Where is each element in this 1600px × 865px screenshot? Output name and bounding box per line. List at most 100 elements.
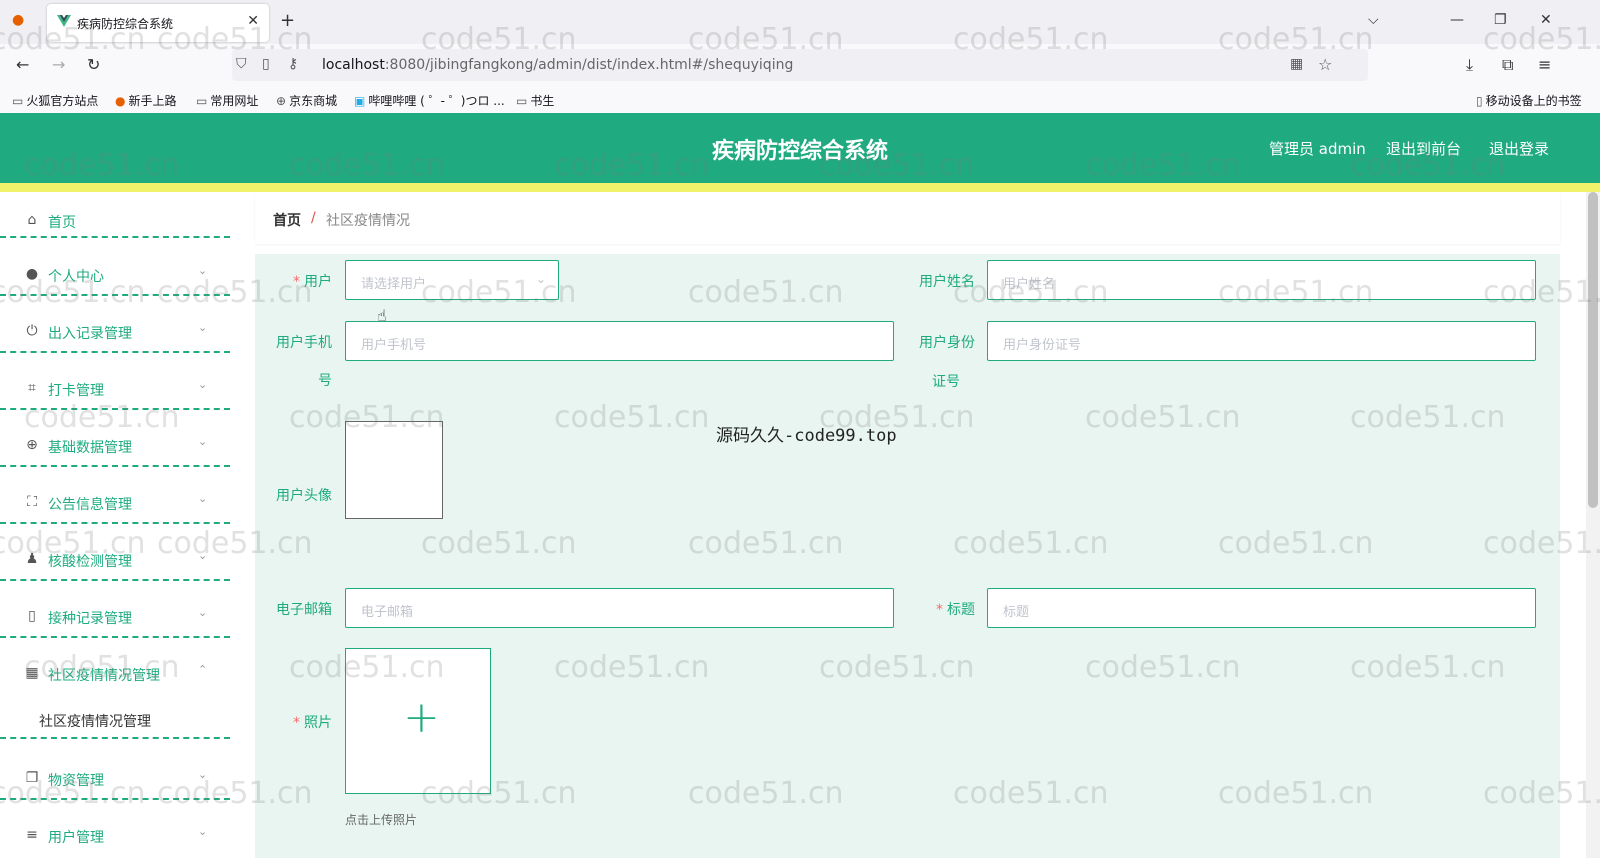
chevron-down-icon: ⌄ — [198, 378, 208, 391]
breadcrumb: 首页 / 社区疫情情况 — [255, 192, 1560, 244]
forward-icon[interactable]: → — [52, 55, 65, 74]
chevron-down-icon: ⌄ — [198, 825, 208, 838]
title-label: * 标题 — [936, 602, 975, 618]
user-idcard-placeholder: 用户身份证号 — [1003, 338, 1082, 353]
power-icon: ⏻ — [26, 323, 38, 339]
tab-close-icon[interactable]: ✕ — [247, 13, 259, 29]
browser-nav-bar: ← → ↻ ⛉ ▯ ⚷ localhost:8080/jibingfangkon… — [0, 44, 1600, 86]
new-tab-icon[interactable]: + — [280, 10, 295, 31]
sidebar-divider — [0, 579, 230, 581]
sidebar-item-label: 核酸检测管理 — [48, 554, 132, 570]
bilibili-icon: ▣ — [354, 94, 366, 108]
user-avatar-label: 用户头像 — [276, 488, 332, 504]
menu-icon: ≡ — [26, 827, 38, 843]
sidebar-item-label: 出入记录管理 — [48, 326, 132, 342]
folder-icon: ▭ — [12, 94, 24, 108]
chevron-down-icon: ⌄ — [535, 272, 546, 286]
title-input[interactable]: 标题 — [987, 588, 1536, 628]
mobile-icon: ▯ — [1476, 94, 1483, 108]
download-icon[interactable]: ⤓ — [1466, 55, 1473, 75]
sidebar-item-community-epidemic[interactable]: ▦ 社区疫情情况管理 ⌃ — [0, 645, 232, 703]
scrollbar-thumb[interactable] — [1588, 192, 1598, 508]
page-scrollbar[interactable] — [1586, 192, 1600, 858]
sidebar-divider — [0, 351, 230, 353]
exit-to-front-link[interactable]: 退出到前台 — [1386, 138, 1461, 159]
email-label: 电子邮箱 — [276, 602, 332, 618]
sidebar-divider — [0, 636, 230, 638]
browser-tab[interactable]: 疾病防控综合系统 ✕ — [47, 4, 269, 42]
photo-upload-button[interactable]: + — [345, 648, 491, 794]
main-content: 首页 / 社区疫情情况 * 用户 请选择用户 ⌄ 用户姓名 用户姓名 用户手机 号… — [255, 192, 1560, 858]
email-placeholder: 电子邮箱 — [361, 605, 414, 620]
user-phone-input[interactable]: 用户手机号 — [345, 321, 894, 361]
header-accent-bar — [0, 183, 1600, 192]
sidebar-item-label: 社区疫情情况管理 — [48, 668, 160, 684]
plus-icon: + — [403, 692, 440, 743]
qr-code-icon[interactable]: ▦ — [1290, 56, 1303, 72]
user-idcard-input[interactable]: 用户身份证号 — [987, 321, 1536, 361]
globe-icon: ⊕ — [276, 94, 287, 108]
tab-list-icon[interactable]: ⌵ — [1368, 12, 1379, 28]
sidebar-divider — [0, 737, 230, 739]
sidebar-divider — [0, 465, 230, 467]
key-icon: ⚷ — [288, 56, 299, 72]
bookmark-item[interactable]: ● 新手上路 — [115, 92, 177, 109]
user-phone-placeholder: 用户手机号 — [361, 338, 427, 353]
firefox-icon: ● — [12, 12, 25, 28]
restore-icon[interactable]: ❐ — [1494, 12, 1507, 28]
sidebar-divider — [0, 294, 230, 296]
chevron-down-icon: ⌄ — [198, 321, 208, 334]
user-select[interactable]: 请选择用户 ⌄ — [345, 260, 559, 300]
reload-icon[interactable]: ↻ — [87, 55, 100, 74]
grid-icon: ▦ — [25, 665, 39, 681]
home-icon: ⌂ — [27, 212, 37, 228]
email-input[interactable]: 电子邮箱 — [345, 588, 894, 628]
bookmark-star-icon[interactable]: ☆ — [1318, 55, 1332, 74]
chevron-down-icon: ⌄ — [198, 492, 208, 505]
user-name-input[interactable]: 用户姓名 — [987, 260, 1536, 300]
mobile-bookmarks[interactable]: ▯ 移动设备上的书签 — [1476, 92, 1582, 109]
page-icon: ▯ — [262, 56, 270, 72]
user-idcard-label: 用户身份 — [919, 335, 975, 351]
app-menu-icon[interactable]: ≡ — [1538, 55, 1551, 74]
chevron-down-icon: ⌄ — [198, 435, 208, 448]
edit-form: * 用户 请选择用户 ⌄ 用户姓名 用户姓名 用户手机 号 用户手机号 用户身份 … — [255, 254, 1560, 858]
minimize-icon[interactable]: — — [1450, 12, 1464, 28]
bookmark-folder[interactable]: ▭ 火狐官方站点 — [12, 92, 98, 109]
sidebar-item-label: 基础数据管理 — [48, 440, 132, 456]
url-text: localhost:8080/jibingfangkong/admin/dist… — [322, 57, 794, 73]
breadcrumb-current: 社区疫情情况 — [326, 213, 410, 229]
admin-user-label: 管理员 admin — [1269, 140, 1366, 158]
copy-icon: ❐ — [25, 770, 39, 786]
sidebar-divider — [0, 798, 230, 800]
app-header: 疾病防控综合系统 管理员 admin 退出到前台 退出登录 — [0, 113, 1600, 183]
tab-title: 疾病防控综合系统 — [77, 17, 174, 31]
photo-label: * 照片 — [293, 715, 332, 731]
url-bar[interactable]: ⛉ ▯ ⚷ localhost:8080/jibingfangkong/admi… — [232, 49, 1368, 81]
folder-icon: ▭ — [196, 94, 208, 108]
sidebar: ⌂ 首页 ● 个人中心 ⌄ ⏻ 出入记录管理 ⌄ ⌗ 打卡管理 ⌄ ⊕ 基础数据… — [0, 192, 232, 858]
bookmark-folder[interactable]: ▭ 常用网址 — [196, 92, 258, 109]
breadcrumb-home[interactable]: 首页 — [273, 210, 301, 230]
logout-link[interactable]: 退出登录 — [1489, 138, 1549, 159]
hand-cursor-icon: ☝ — [377, 306, 387, 325]
extensions-icon[interactable]: ⧉ — [1502, 55, 1513, 75]
browser-tab-bar: ● 疾病防控综合系统 ✕ + ⌵ — ❐ ✕ — [0, 0, 1600, 44]
center-watermark-text: 源码久久-code99.top — [716, 426, 897, 446]
sidebar-subitem-community-epidemic[interactable]: 社区疫情情况管理 — [39, 711, 151, 731]
sidebar-item-label: 物资管理 — [48, 773, 104, 789]
user-avatar-image — [345, 421, 443, 519]
bookmark-folder[interactable]: ▭ 书生 — [516, 92, 554, 109]
sidebar-item-users[interactable]: ≡ 用户管理 ⌄ — [0, 807, 232, 865]
breadcrumb-separator: / — [311, 210, 316, 226]
bookmark-item[interactable]: ⊕ 京东商城 — [276, 92, 337, 109]
chevron-down-icon: ⌄ — [198, 606, 208, 619]
bookmark-item[interactable]: ▣ 哔哩哔哩 ( ゜- ゜)つロ ... — [354, 92, 505, 109]
sidebar-item-home[interactable]: ⌂ 首页 — [0, 192, 232, 250]
sidebar-divider — [0, 408, 230, 410]
shield-icon: ⛉ — [236, 56, 247, 72]
window-close-icon[interactable]: ✕ — [1540, 12, 1552, 28]
phone-icon: ▯ — [28, 608, 36, 624]
back-icon[interactable]: ← — [16, 55, 29, 74]
user-phone-label: 用户手机 — [276, 335, 332, 351]
